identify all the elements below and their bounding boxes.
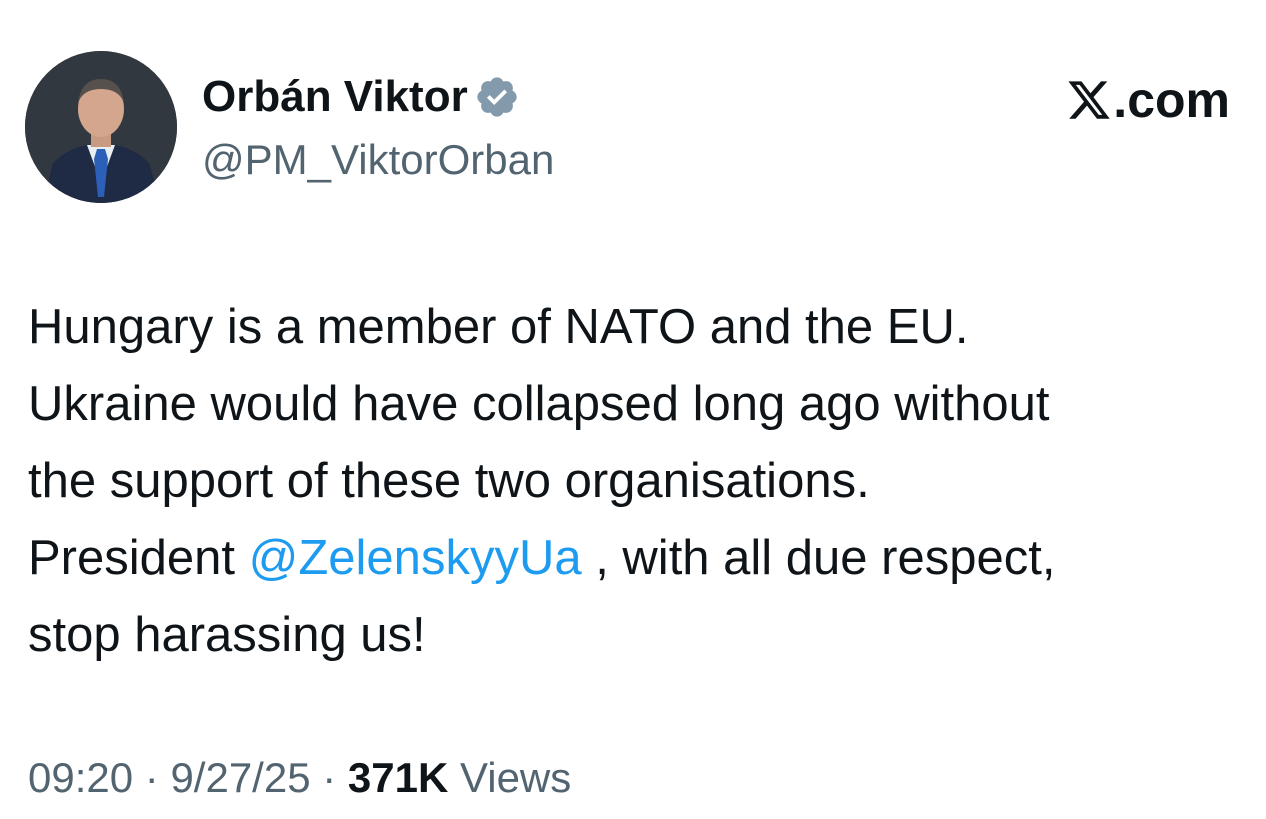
views-label: Views — [448, 754, 572, 801]
verified-badge-icon[interactable] — [474, 74, 520, 120]
brand-domain-suffix: .com — [1113, 72, 1230, 128]
user-handle[interactable]: @PM_ViktorOrban — [202, 133, 554, 187]
mention-link[interactable]: @ZelenskyyUa — [249, 531, 582, 585]
tweet-line: stop harassing us! — [28, 608, 426, 662]
tweet-line: Ukraine would have collapsed long ago wi… — [28, 377, 1050, 431]
tweet-text: Hungary is a member of NATO and the EU. … — [28, 289, 1253, 674]
display-name-row: Orbán Viktor — [202, 68, 520, 126]
tweet-time[interactable]: 09:20 — [28, 754, 133, 801]
tweet-date[interactable]: 9/27/25 — [170, 754, 310, 801]
meta-separator: · — [310, 754, 348, 801]
avatar[interactable] — [25, 51, 177, 203]
profile-photo — [25, 51, 177, 203]
tweet-text-segment: , with all due respect, — [581, 531, 1056, 585]
tweet-meta: 09:20 · 9/27/25 · 371K Views — [28, 748, 571, 808]
tweet-line: President @ZelenskyyUa , with all due re… — [28, 520, 1253, 597]
x-logo-icon — [1066, 77, 1112, 123]
meta-separator: · — [133, 754, 171, 801]
views-count[interactable]: 371K — [348, 754, 448, 801]
tweet-text-segment: President — [28, 531, 249, 585]
display-name[interactable]: Orbán Viktor — [202, 68, 468, 126]
tweet-line: the support of these two organisations. — [28, 454, 870, 508]
tweet-line: Hungary is a member of NATO and the EU. — [28, 300, 969, 354]
brand-watermark: .com — [1066, 70, 1230, 130]
